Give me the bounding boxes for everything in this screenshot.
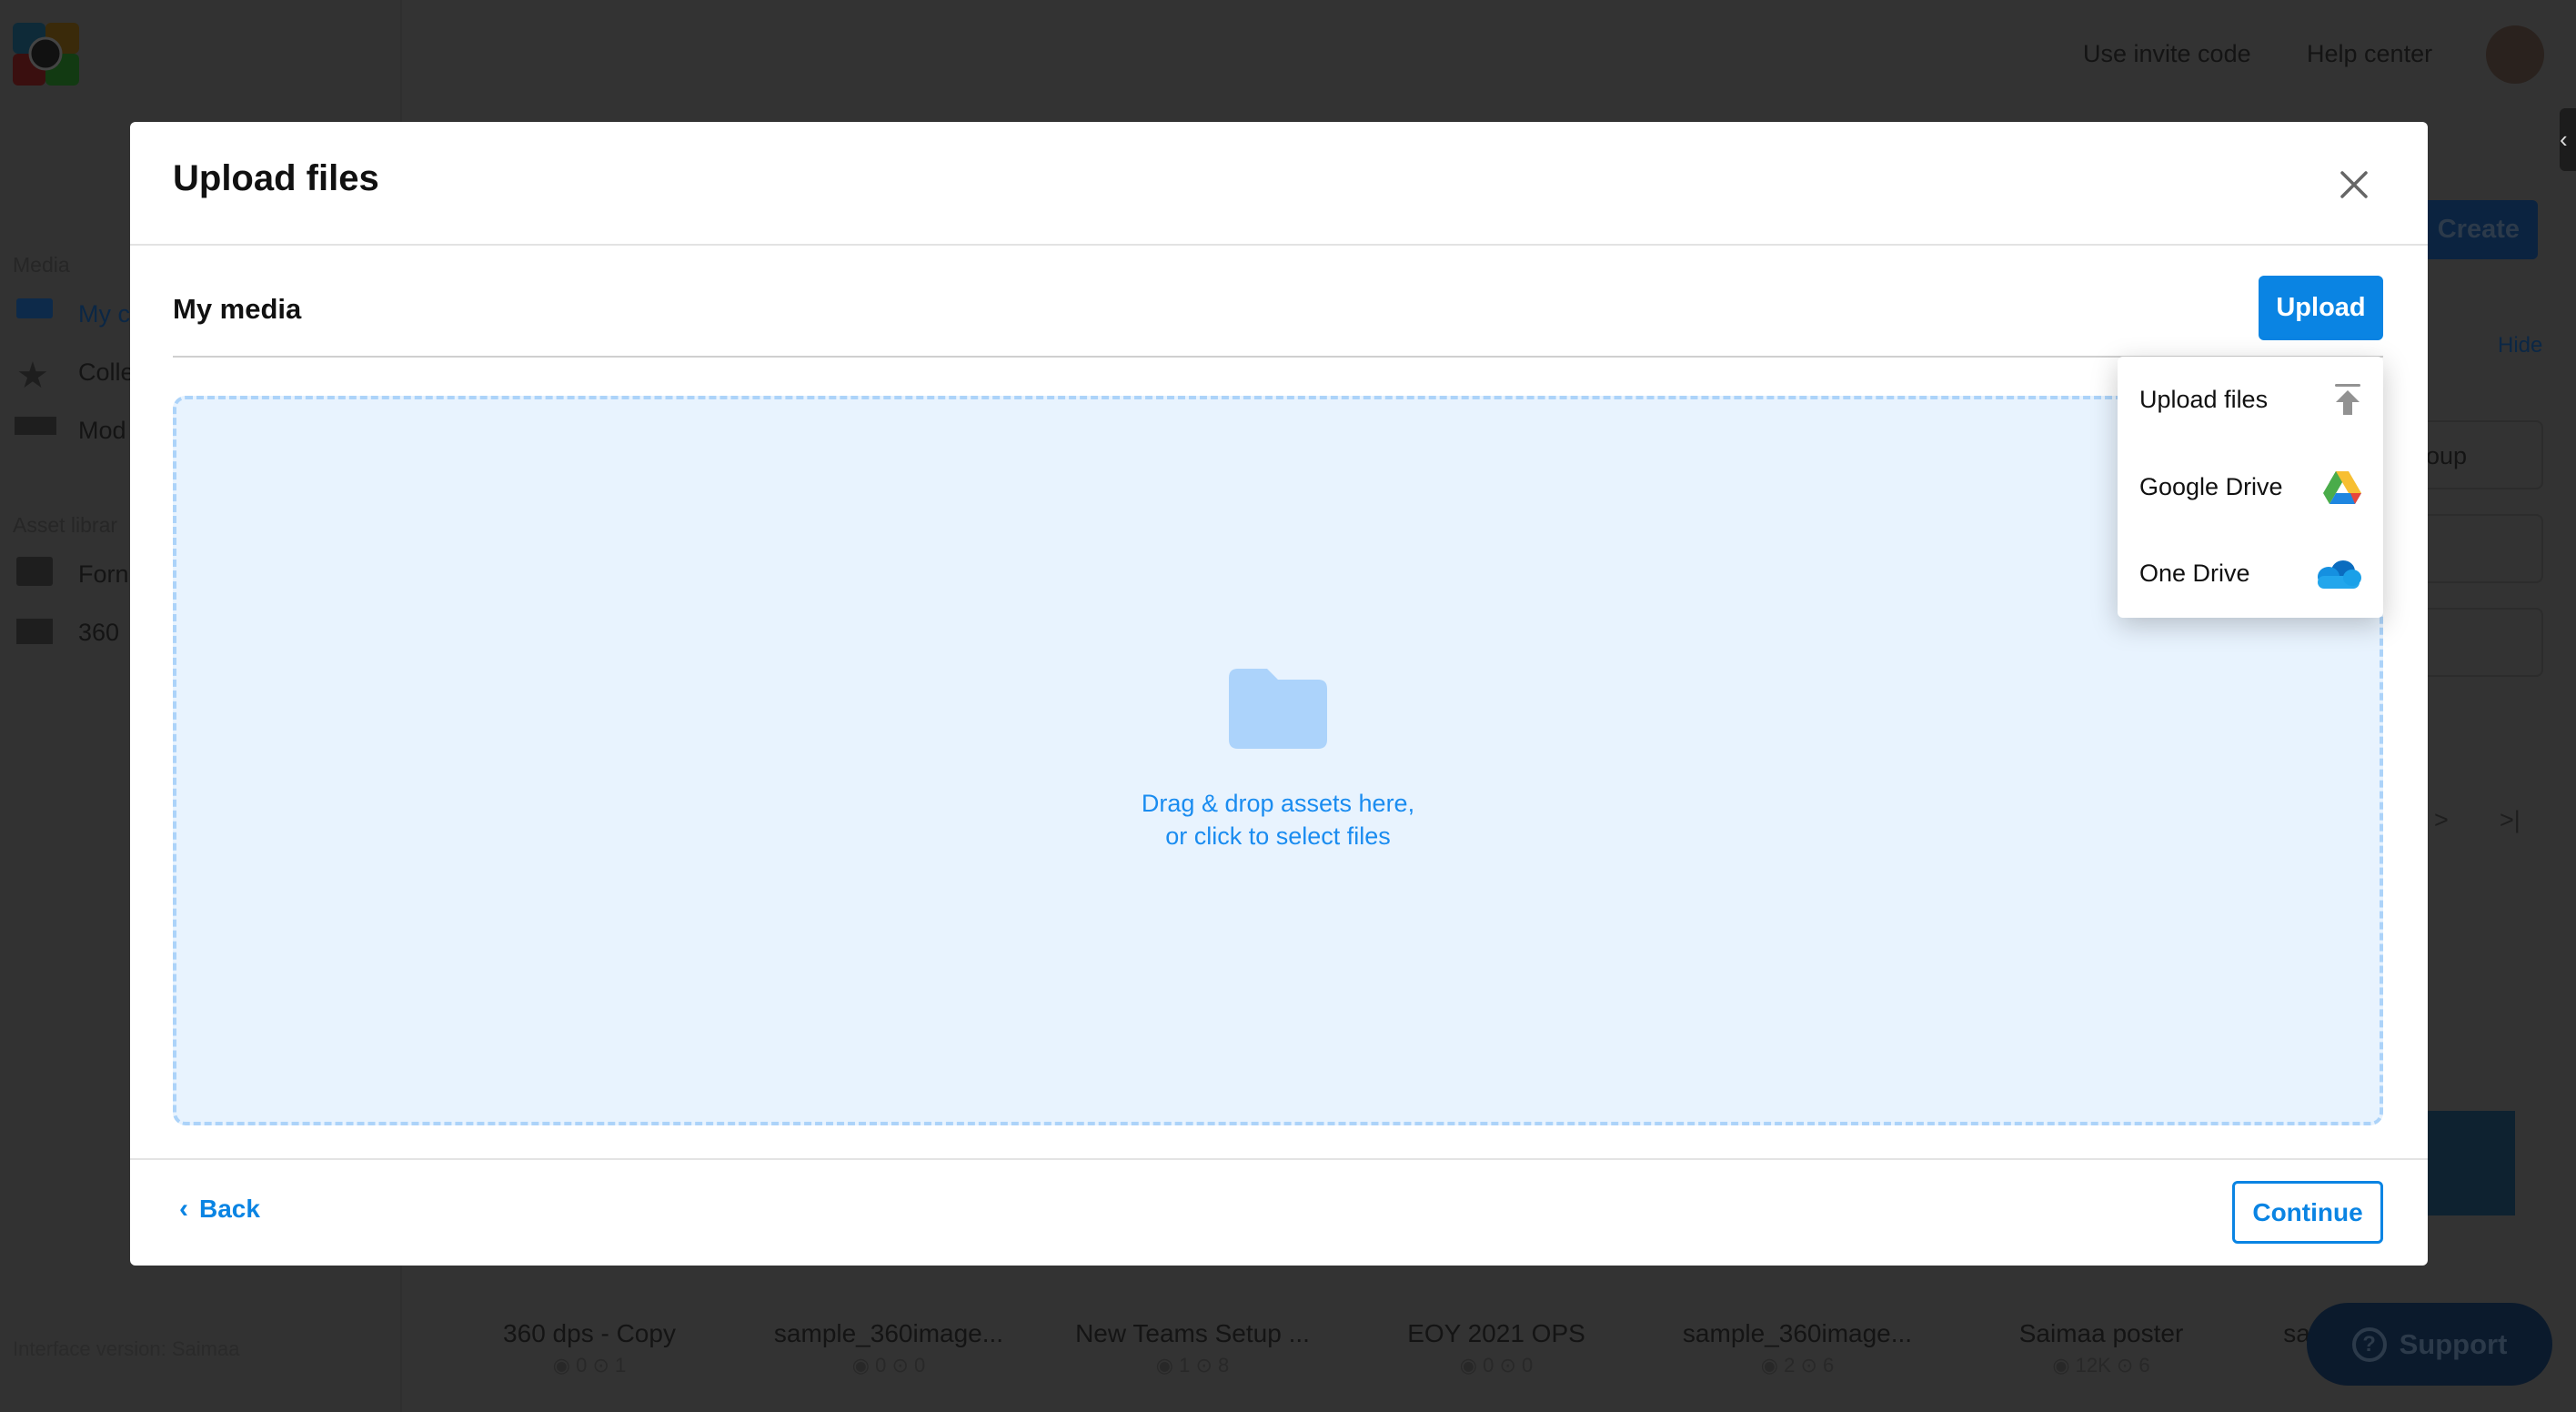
collapse-panel-chevron-icon[interactable]: ‹ [2560, 108, 2576, 171]
media-item-stats: ◉ 1 ⊙ 8 [1155, 1354, 1230, 1377]
upload-files-modal: Upload files My media Upload Drag & drop… [130, 122, 2428, 1266]
menu-item-label: Google Drive [2139, 473, 2283, 500]
sidebar-item-360[interactable]: 360 [78, 619, 119, 647]
last-page-button[interactable]: >| [2500, 806, 2521, 834]
use-invite-code-link[interactable]: Use invite code [2083, 40, 2251, 68]
continue-button[interactable]: Continue [2232, 1181, 2383, 1244]
media-item-name[interactable]: Saimaa poster [2019, 1319, 2184, 1348]
media-item-stats: ◉ 2 ⊙ 6 [1760, 1354, 1835, 1377]
forum-icon [16, 557, 53, 586]
panorama-icon [16, 619, 53, 644]
media-item-stats: ◉ 12K ⊙ 6 [2052, 1354, 2150, 1377]
media-item-name[interactable]: sample_360image... [774, 1319, 1003, 1348]
menu-item-label: One Drive [2139, 560, 2250, 587]
menu-item-one-drive[interactable]: One Drive [2118, 530, 2383, 617]
media-item-name[interactable]: 360 dps - Copy [503, 1319, 676, 1348]
help-icon: ? [2351, 1326, 2387, 1362]
onedrive-icon [2318, 560, 2361, 589]
sidebar-media-heading: Media [13, 253, 70, 277]
close-icon[interactable] [2331, 162, 2377, 207]
footer-divider [130, 1158, 2428, 1160]
back-button[interactable]: ‹ Back [179, 1194, 260, 1225]
section-title: My media [173, 293, 302, 325]
app-logo[interactable] [13, 23, 79, 86]
sidebar-item-collections[interactable]: Colle [78, 358, 135, 387]
folder-icon [1229, 669, 1327, 749]
help-center-link[interactable]: Help center [2307, 40, 2432, 68]
video-icon [15, 417, 56, 435]
sidebar-asset-heading: Asset librar [13, 513, 118, 537]
media-item-stats: ◉ 0 ⊙ 0 [1459, 1354, 1534, 1377]
menu-item-google-drive[interactable]: Google Drive [2118, 444, 2383, 530]
media-item-stats: ◉ 0 ⊙ 0 [851, 1354, 926, 1377]
dropzone-text-line2: or click to select files [1165, 822, 1391, 850]
media-thumbnail[interactable] [2428, 1111, 2515, 1215]
star-icon: ★ [16, 356, 49, 396]
modal-title: Upload files [173, 158, 379, 198]
sidebar-item-forms[interactable]: Forn [78, 560, 129, 589]
menu-item-upload-files[interactable]: Upload files [2118, 357, 2383, 443]
folder-icon [16, 298, 53, 318]
menu-item-label: Upload files [2139, 386, 2269, 413]
media-item-name[interactable]: EOY 2021 OPS [1407, 1319, 1585, 1348]
support-label: Support [2399, 1327, 2508, 1360]
upload-button[interactable]: Upload [2259, 276, 2383, 340]
chevron-left-icon: ‹ [179, 1194, 188, 1224]
media-item-stats: ◉ 0 ⊙ 1 [552, 1354, 627, 1377]
media-item-name[interactable]: sample_360image... [1683, 1319, 1912, 1348]
upload-icon [2335, 383, 2360, 415]
back-label: Back [199, 1195, 260, 1223]
upload-menu: Upload files Google Drive One Drive [2118, 357, 2383, 618]
sidebar-item-my-media[interactable]: My c [78, 300, 130, 328]
interface-version: Interface version: Saimaa [13, 1337, 240, 1360]
support-button[interactable]: ? Support [2307, 1303, 2552, 1386]
media-item-name[interactable]: New Teams Setup ... [1075, 1319, 1310, 1348]
dropzone[interactable]: Drag & drop assets here, or click to sel… [173, 396, 2383, 1125]
hide-link[interactable]: Hide [2498, 333, 2542, 358]
dropzone-text-line1: Drag & drop assets here, [1141, 790, 1415, 817]
avatar[interactable] [2486, 25, 2544, 84]
google-drive-icon [2323, 470, 2361, 504]
sidebar-item-models[interactable]: Mod [78, 417, 126, 445]
section-divider [173, 356, 2383, 358]
header-divider [130, 244, 2428, 246]
next-page-button[interactable]: > [2434, 806, 2449, 834]
